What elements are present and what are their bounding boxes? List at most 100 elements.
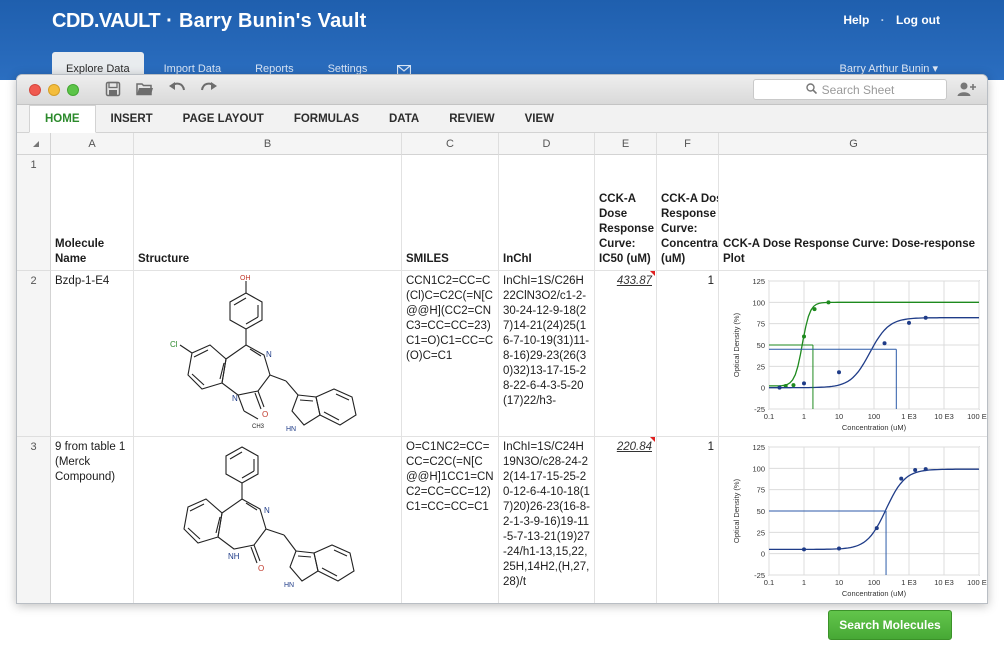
header-plot[interactable]: CCK-A Dose Response Curve: Dose-response… — [719, 155, 987, 271]
y-tick-label: 25 — [757, 528, 765, 537]
save-icon[interactable] — [103, 81, 123, 99]
x-axis-label: Concentration (uM) — [842, 423, 907, 432]
logout-link[interactable]: Log out — [896, 13, 940, 27]
ribbon-tab-data[interactable]: DATA — [374, 107, 434, 131]
structure-cell[interactable]: OH Cl N N O HN CH3 — [134, 271, 402, 437]
ic50-cell[interactable]: 433.87 — [595, 271, 657, 437]
column-header-c[interactable]: C — [402, 133, 499, 155]
data-point — [923, 315, 928, 320]
ribbon-tab-review[interactable]: REVIEW — [434, 107, 509, 131]
redo-icon[interactable] — [199, 81, 219, 99]
column-header-g[interactable]: G — [719, 133, 987, 155]
link-separator: · — [880, 13, 885, 27]
close-window-button[interactable] — [29, 84, 41, 96]
row-header-3[interactable]: 3 — [17, 437, 51, 603]
column-header-e[interactable]: E — [595, 133, 657, 155]
header-inchi[interactable]: InChI — [499, 155, 595, 271]
search-placeholder: Search Sheet — [821, 82, 895, 97]
inchi-cell[interactable]: InChI=1S/C24H19N3O/c28-24-22(14-17-15-25… — [499, 437, 595, 603]
molecule-name-cell[interactable]: 9 from table 1 (Merck Compound) — [51, 437, 134, 603]
atom-label: N — [264, 506, 270, 515]
data-point — [812, 307, 817, 312]
y-tick-label: 75 — [757, 320, 765, 329]
data-point — [802, 547, 806, 552]
atom-label: OH — [240, 275, 251, 282]
header-concentration[interactable]: CCK-A Dose Response Curve: Concentration… — [657, 155, 719, 271]
x-tick-label: 1 E3 — [901, 578, 916, 587]
structure-cell[interactable]: N NH O HN — [134, 437, 402, 603]
data-point — [907, 320, 911, 325]
concentration-cell[interactable]: 1 — [657, 437, 719, 603]
data-point — [882, 341, 887, 346]
concentration-cell[interactable]: 1 — [657, 271, 719, 437]
x-tick-label: 10 — [835, 412, 843, 421]
row-header-2[interactable]: 2 — [17, 271, 51, 437]
spreadsheet-grid: A B C D E F G 1 2 3 Molecule Name Struct… — [17, 133, 987, 603]
ribbon-tab-insert[interactable]: INSERT — [96, 107, 168, 131]
ribbon-tab-home[interactable]: HOME — [29, 105, 96, 133]
y-tick-label: 125 — [752, 443, 765, 452]
atom-label: CH3 — [252, 424, 265, 430]
column-header-a[interactable]: A — [51, 133, 134, 155]
atom-label: Cl — [170, 340, 178, 349]
smiles-cell[interactable]: O=C1NC2=CC=CC=C2C(=N[C@@H]1CC1=CNC2=CC=C… — [402, 437, 499, 603]
column-header-f[interactable]: F — [657, 133, 719, 155]
open-folder-icon[interactable] — [135, 81, 155, 99]
structure-drawing-merck: N NH O HN — [183, 446, 355, 589]
inchi-cell[interactable]: InChI=1S/C26H22ClN3O2/c1-2-30-24-12-9-18… — [499, 271, 595, 437]
data-point — [913, 468, 918, 473]
add-user-icon[interactable] — [957, 81, 977, 100]
y-axis-label: Optical Density (%) — [732, 478, 741, 543]
molecule-name-cell[interactable]: Bzdp-1-E4 — [51, 271, 134, 437]
structure-drawing-bzdp: OH Cl N N O HN CH3 — [170, 275, 357, 433]
y-tick-label: 100 — [752, 298, 765, 307]
header-smiles[interactable]: SMILES — [402, 155, 499, 271]
ic50-cell[interactable]: 220.84 — [595, 437, 657, 603]
app-header: CDD.VAULT · Barry Bunin's Vault Help · Log… — [0, 0, 1004, 80]
data-point — [802, 334, 806, 339]
ribbon-tab-formulas[interactable]: FORMULAS — [279, 107, 374, 131]
ribbon-tabs: HOME INSERT PAGE LAYOUT FORMULAS DATA RE… — [17, 105, 987, 133]
data-point — [923, 467, 928, 472]
x-tick-label: 100 E3 — [967, 412, 987, 421]
undo-icon[interactable] — [167, 81, 187, 99]
cdd-vault-logo[interactable]: CDD.VAULT — [52, 10, 161, 32]
x-tick-label: 10 E3 — [934, 412, 954, 421]
ribbon-tab-page-layout[interactable]: PAGE LAYOUT — [168, 107, 279, 131]
x-tick-label: 0.1 — [764, 578, 774, 587]
smiles-cell[interactable]: CCN1C2=CC=C(Cl)C=C2C(=N[C@@H](CC2=CNC3=C… — [402, 271, 499, 437]
help-link[interactable]: Help — [843, 13, 869, 27]
data-point — [802, 381, 806, 386]
ic50-value[interactable]: 220.84 — [617, 441, 652, 453]
atom-label: N — [266, 350, 272, 359]
x-tick-label: 100 — [868, 412, 881, 421]
comment-flag-icon — [650, 437, 655, 442]
x-tick-label: 10 — [835, 578, 843, 587]
ic50-value[interactable]: 433.87 — [617, 275, 652, 287]
data-point — [837, 370, 841, 375]
top-links: Help · Log out — [835, 13, 940, 27]
vault-name: Barry Bunin's Vault — [178, 10, 367, 32]
row-header-1[interactable]: 1 — [17, 155, 51, 271]
header-molecule-name[interactable]: Molecule Name — [51, 155, 134, 271]
atom-label: NH — [228, 552, 240, 561]
x-tick-label: 100 — [868, 578, 881, 587]
column-header-d[interactable]: D — [499, 133, 595, 155]
search-sheet-input[interactable]: Search Sheet — [753, 79, 947, 100]
header-structure[interactable]: Structure — [134, 155, 402, 271]
atom-label: N — [232, 394, 238, 403]
atom-label: HN — [286, 426, 296, 433]
y-tick-label: 100 — [752, 464, 765, 473]
comment-flag-icon — [650, 271, 655, 276]
column-header-b[interactable]: B — [134, 133, 402, 155]
dose-response-plot: 1251007550250-250.11101001 E310 E3100 E3… — [732, 443, 987, 598]
dose-response-plot-cell[interactable]: 1251007550250-250.11101001 E310 E3100 E3… — [719, 271, 987, 437]
search-molecules-button[interactable]: Search Molecules — [828, 610, 952, 640]
dose-response-plot-cell[interactable]: 1251007550250-250.11101001 E310 E3100 E3… — [719, 437, 987, 603]
ribbon-tab-view[interactable]: VIEW — [510, 107, 569, 131]
header-ic50[interactable]: CCK-A Dose Response Curve: IC50 (uM) — [595, 155, 657, 271]
select-all-corner[interactable] — [17, 133, 51, 155]
x-tick-label: 0.1 — [764, 412, 774, 421]
minimize-window-button[interactable] — [48, 84, 60, 96]
maximize-window-button[interactable] — [67, 84, 79, 96]
